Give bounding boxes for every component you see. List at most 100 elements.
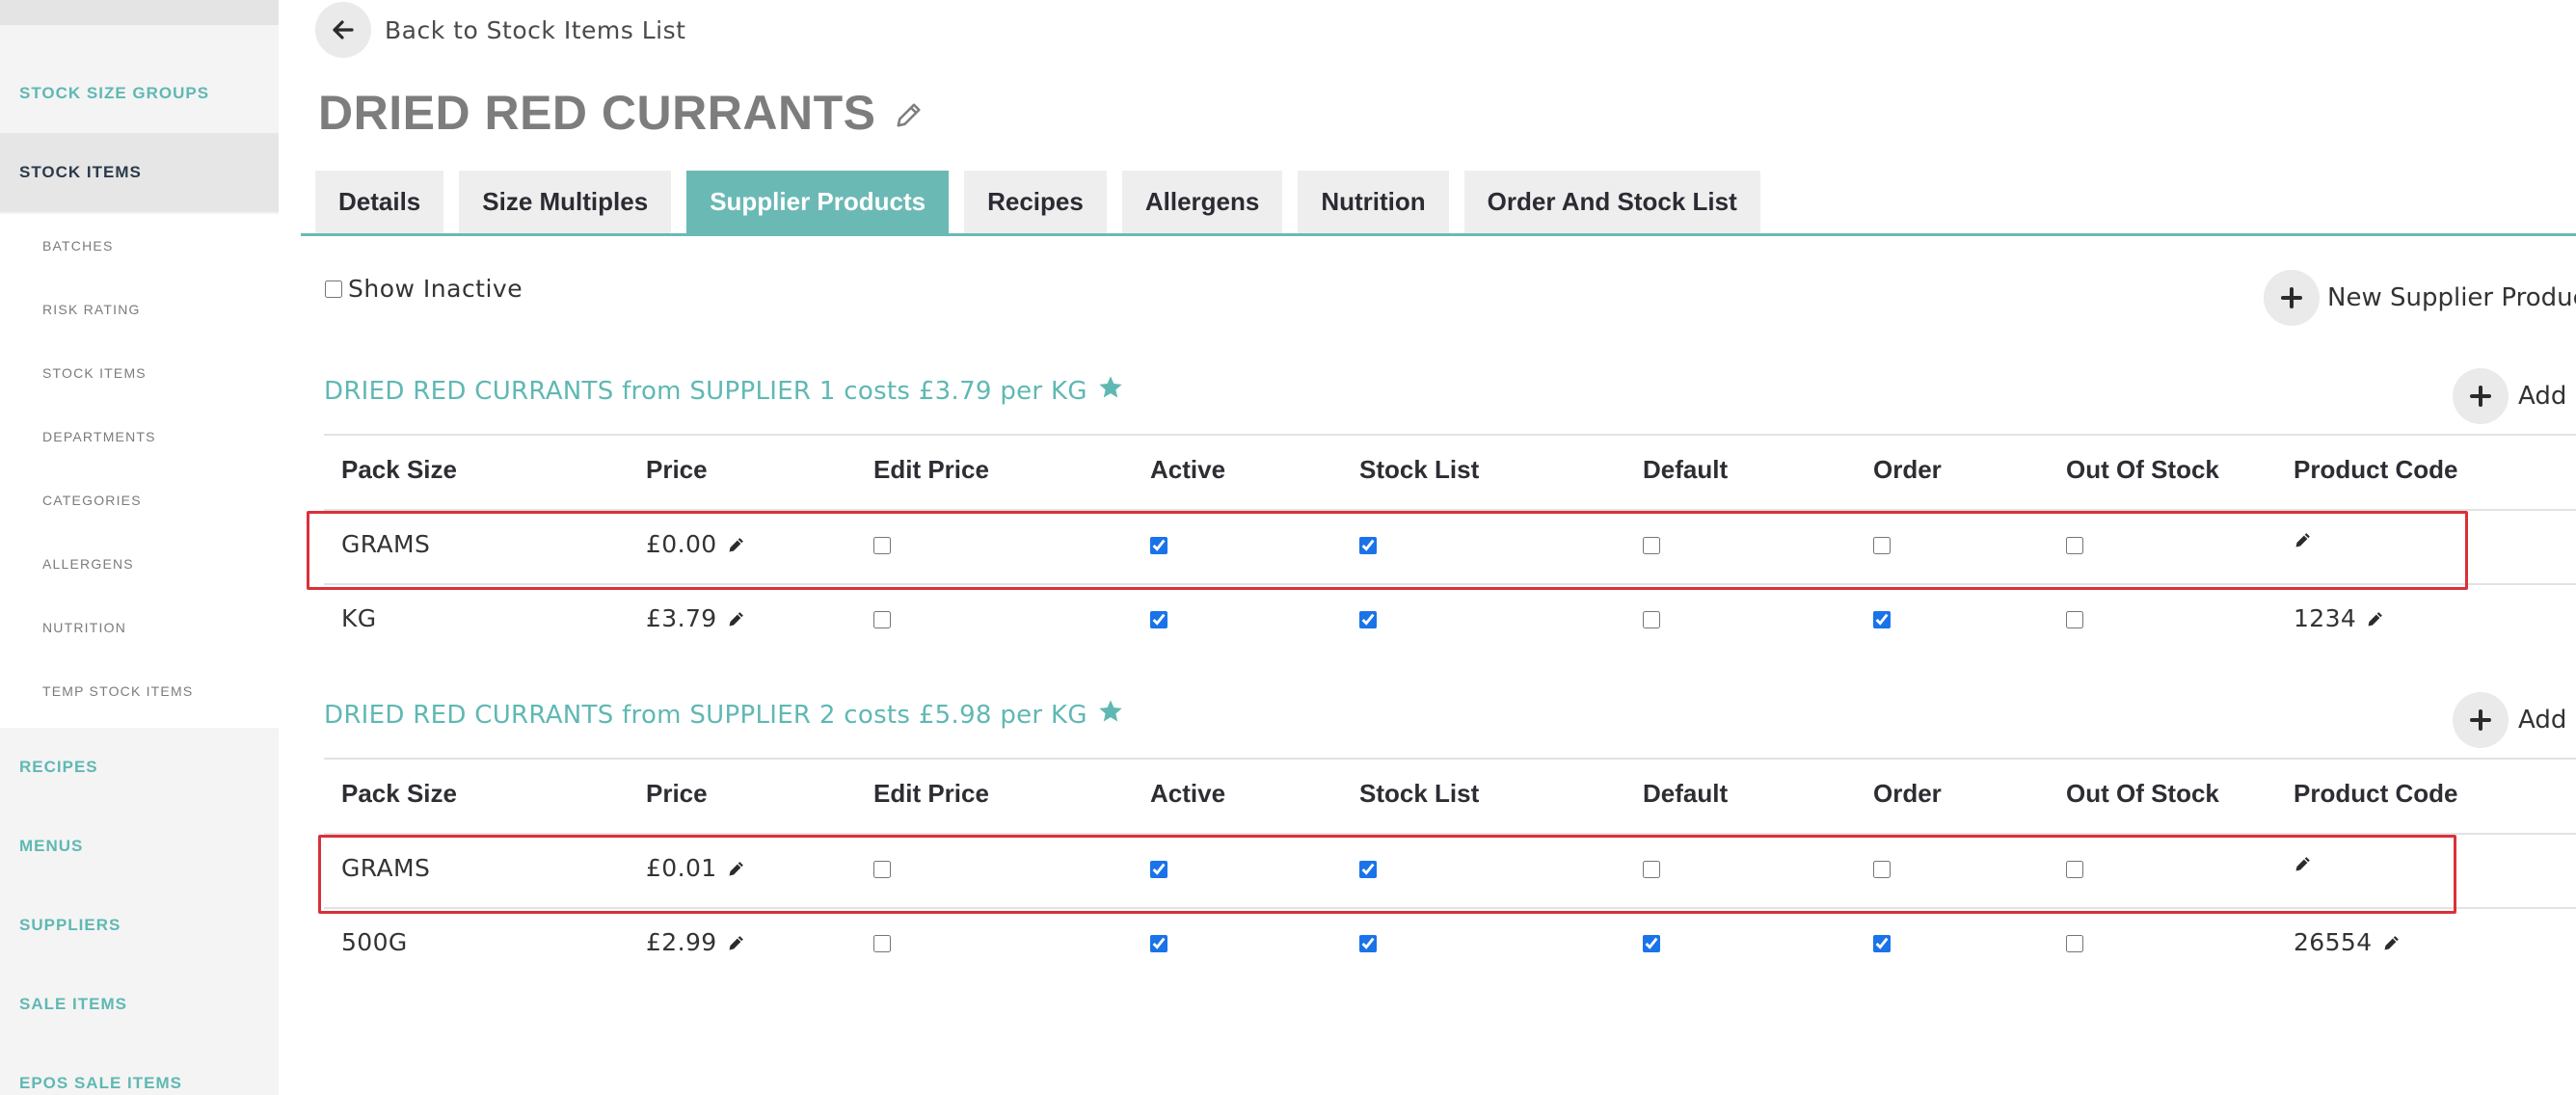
- row-highlight-box: [307, 511, 2468, 590]
- column-header-pack-size: Pack Size: [341, 779, 457, 808]
- column-header-out-of-stock: Out Of Stock: [2066, 779, 2219, 808]
- product-code-value: 26554: [2294, 928, 2373, 956]
- column-header-price: Price: [646, 779, 708, 808]
- edit-price-pencil-icon[interactable]: [727, 609, 746, 628]
- supplier-group-title-text: DRIED RED CURRANTS from SUPPLIER 2 costs…: [324, 700, 1087, 730]
- table-divider: [324, 758, 2576, 760]
- column-header-price: Price: [646, 455, 708, 484]
- column-header-stock-list: Stock List: [1359, 455, 1480, 484]
- tab-size-multiples[interactable]: Size Multiples: [459, 171, 672, 233]
- sidebar-item-nutrition[interactable]: NUTRITION: [0, 596, 279, 659]
- sidebar-item-stock-items[interactable]: STOCK ITEMS: [0, 133, 279, 212]
- edit-price-checkbox[interactable]: [873, 935, 891, 952]
- sidebar-item-epos-sale-items[interactable]: EPOS SALE ITEMS: [0, 1044, 279, 1095]
- tab-nutrition[interactable]: Nutrition: [1298, 171, 1449, 233]
- default-checkbox[interactable]: [1643, 611, 1660, 628]
- sidebar-item-stock-items[interactable]: STOCK ITEMS: [0, 341, 279, 405]
- tab-supplier-products[interactable]: Supplier Products: [686, 171, 950, 233]
- active-checkbox[interactable]: [1150, 611, 1167, 628]
- edit-price-pencil-icon[interactable]: [727, 933, 746, 952]
- supplier-group-title-text: DRIED RED CURRANTS from SUPPLIER 1 costs…: [324, 376, 1087, 406]
- sidebar-top-strip: [0, 0, 279, 25]
- supplier-products-table: Pack Size Price Edit Price Active Stock List…: [307, 434, 2576, 704]
- show-inactive-toggle[interactable]: Show Inactive: [325, 275, 523, 303]
- table-divider: [324, 434, 2576, 436]
- sidebar-item-menus[interactable]: MENUS: [0, 807, 279, 886]
- plus-icon: [2264, 270, 2320, 326]
- sidebar-item-label: RISK RATING: [42, 302, 141, 317]
- stock-list-checkbox[interactable]: [1359, 935, 1377, 952]
- add-pack-size-button[interactable]: Add: [2453, 692, 2566, 748]
- tab-underline: [301, 233, 2576, 236]
- sidebar-item-label: CATEGORIES: [42, 493, 142, 508]
- back-to-list-button[interactable]: Back to Stock Items List: [315, 2, 685, 58]
- out-of-stock-checkbox[interactable]: [2066, 935, 2083, 952]
- out-of-stock-checkbox[interactable]: [2066, 611, 2083, 628]
- show-inactive-checkbox[interactable]: [325, 280, 342, 298]
- sidebar-item-label: STOCK ITEMS: [19, 163, 142, 181]
- back-arrow-icon: [315, 2, 371, 58]
- column-header-edit-price: Edit Price: [873, 455, 989, 484]
- sidebar-item-label: STOCK SIZE GROUPS: [19, 84, 210, 102]
- edit-title-pencil-icon[interactable]: [895, 85, 924, 141]
- tab-details[interactable]: Details: [315, 171, 444, 233]
- sidebar-item-label: NUTRITION: [42, 620, 127, 635]
- edit-product-code-pencil-icon[interactable]: [2382, 933, 2402, 952]
- column-header-out-of-stock: Out Of Stock: [2066, 455, 2219, 484]
- tab-recipes[interactable]: Recipes: [964, 171, 1107, 233]
- tab-bar: Details Size Multiples Supplier Products Re…: [315, 171, 1776, 233]
- column-header-product-code: Product Code: [2294, 455, 2458, 484]
- column-header-edit-price: Edit Price: [873, 779, 989, 808]
- sidebar-item-categories[interactable]: CATEGORIES: [0, 468, 279, 532]
- sidebar-item-label: EPOS SALE ITEMS: [19, 1074, 182, 1092]
- edit-product-code-pencil-icon[interactable]: [2366, 609, 2385, 628]
- sidebar-item-sale-items[interactable]: SALE ITEMS: [0, 965, 279, 1044]
- column-header-active: Active: [1150, 779, 1226, 808]
- sidebar-item-label: SUPPLIERS: [19, 916, 121, 934]
- star-icon: [1097, 374, 1124, 408]
- order-checkbox[interactable]: [1873, 935, 1891, 952]
- price-cell: £2.99: [646, 928, 746, 956]
- sidebar-item-recipes[interactable]: RECIPES: [0, 728, 279, 807]
- sidebar-item-risk-rating[interactable]: RISK RATING: [0, 278, 279, 341]
- new-supplier-product-label: New Supplier Product: [2327, 283, 2576, 312]
- default-checkbox[interactable]: [1643, 935, 1660, 952]
- price-value: £3.79: [646, 604, 717, 632]
- sidebar-item-allergens[interactable]: ALLERGENS: [0, 532, 279, 596]
- product-code-cell: 26554: [2294, 928, 2402, 956]
- back-label: Back to Stock Items List: [385, 15, 686, 44]
- sidebar-item-label: MENUS: [19, 837, 84, 855]
- sidebar-item-departments[interactable]: DEPARTMENTS: [0, 405, 279, 468]
- order-checkbox[interactable]: [1873, 611, 1891, 628]
- supplier-group-title: DRIED RED CURRANTS from SUPPLIER 1 costs…: [324, 374, 1124, 408]
- page-title: DRIED RED CURRANTS: [318, 85, 924, 141]
- sidebar-item-label: DEPARTMENTS: [42, 429, 156, 444]
- stock-list-checkbox[interactable]: [1359, 611, 1377, 628]
- product-code-cell: 1234: [2294, 604, 2385, 632]
- sidebar-item-label: ALLERGENS: [42, 556, 134, 572]
- sidebar: STOCK SIZE GROUPS STOCK ITEMS BATCHES RISK …: [0, 0, 279, 1095]
- sidebar-item-batches[interactable]: BATCHES: [0, 214, 279, 278]
- sidebar-item-temp-stock-items[interactable]: TEMP STOCK ITEMS: [0, 659, 279, 723]
- edit-price-checkbox[interactable]: [873, 611, 891, 628]
- add-pack-size-button[interactable]: Add: [2453, 368, 2566, 424]
- star-icon: [1097, 698, 1124, 732]
- column-header-active: Active: [1150, 455, 1226, 484]
- supplier-group-title: DRIED RED CURRANTS from SUPPLIER 2 costs…: [324, 698, 1124, 732]
- active-checkbox[interactable]: [1150, 935, 1167, 952]
- add-label: Add: [2518, 706, 2567, 734]
- new-supplier-product-button[interactable]: New Supplier Product: [2264, 270, 2576, 326]
- page-title-text: DRIED RED CURRANTS: [318, 86, 876, 140]
- supplier-products-table: Pack Size Price Edit Price Active Stock List…: [318, 758, 2576, 1028]
- sidebar-item-suppliers[interactable]: SUPPLIERS: [0, 886, 279, 965]
- price-value: £2.99: [646, 928, 717, 956]
- column-header-order: Order: [1873, 455, 1942, 484]
- sidebar-item-stock-size-groups[interactable]: STOCK SIZE GROUPS: [0, 54, 279, 133]
- tab-allergens[interactable]: Allergens: [1121, 171, 1283, 233]
- column-header-order: Order: [1873, 779, 1942, 808]
- show-inactive-label: Show Inactive: [348, 275, 523, 303]
- column-header-pack-size: Pack Size: [341, 455, 457, 484]
- tab-order-and-stock-list[interactable]: Order And Stock List: [1463, 171, 1760, 233]
- sidebar-item-label: TEMP STOCK ITEMS: [42, 683, 194, 699]
- column-header-default: Default: [1643, 455, 1729, 484]
